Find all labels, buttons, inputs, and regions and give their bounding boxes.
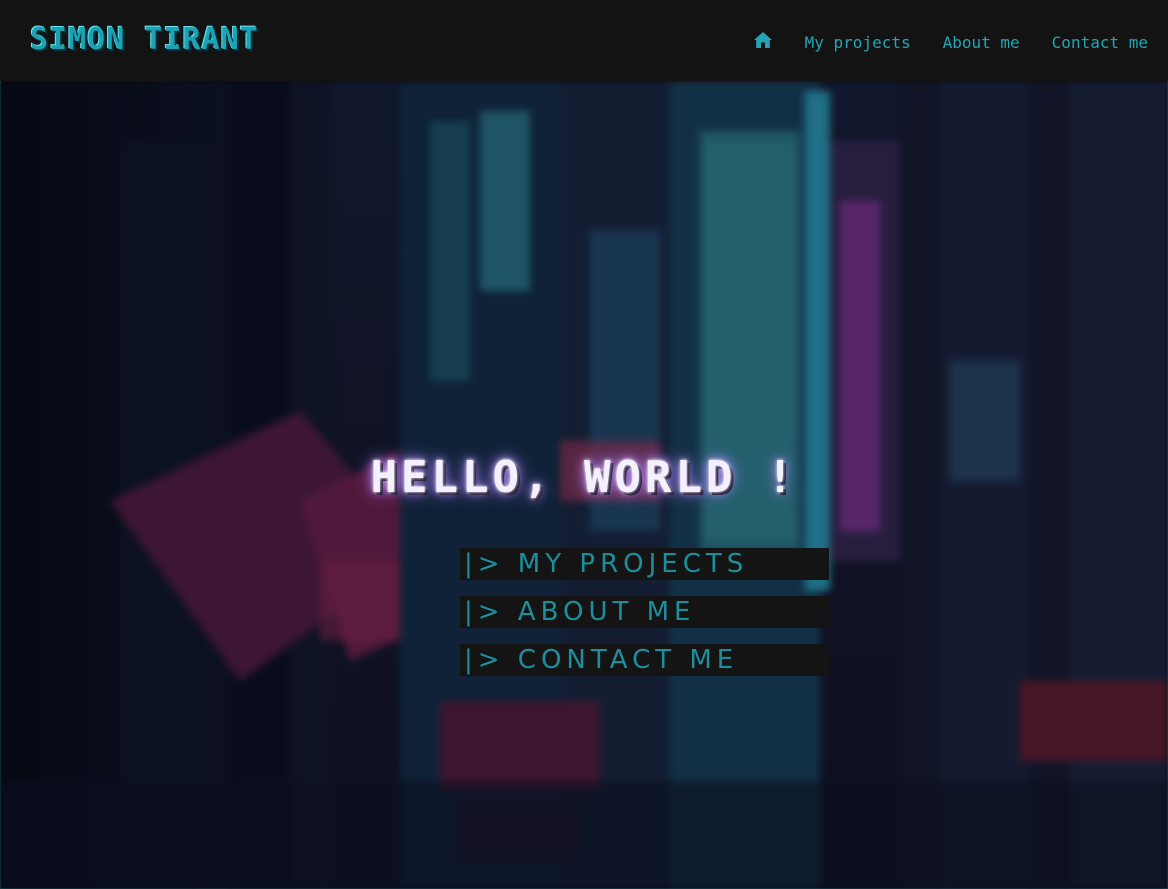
hero-title: HELLO, WORLD ! <box>370 452 798 503</box>
menu-item-contact-me[interactable]: |> CONTACT ME <box>460 644 829 676</box>
brand-logo[interactable]: SIMON TIRANT <box>30 22 259 57</box>
menu-item-about-me[interactable]: |> ABOUT ME <box>460 596 829 628</box>
hero-menu: |> MY PROJECTS |> ABOUT ME |> CONTACT ME <box>460 548 829 692</box>
navbar: SIMON TIRANT My projects About me Contac… <box>0 0 1168 81</box>
home-link[interactable] <box>753 30 773 56</box>
home-icon <box>753 32 772 48</box>
nav-link-about-me[interactable]: About me <box>943 32 1020 54</box>
main-nav: My projects About me Contact me <box>753 30 1148 56</box>
nav-link-my-projects[interactable]: My projects <box>805 32 911 54</box>
nav-link-contact-me[interactable]: Contact me <box>1052 32 1148 54</box>
menu-item-my-projects[interactable]: |> MY PROJECTS <box>460 548 829 580</box>
